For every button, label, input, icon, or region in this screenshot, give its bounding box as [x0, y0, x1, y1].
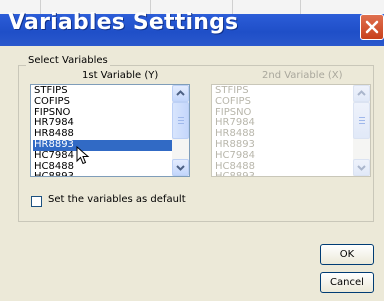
checkbox-label: Set the variables as default — [48, 194, 186, 205]
list-item: HC8893 — [215, 171, 255, 177]
scroll-up-button — [353, 85, 370, 102]
scroll-down-button — [353, 159, 370, 176]
chevron-up-icon — [357, 90, 366, 96]
close-button[interactable] — [360, 14, 384, 40]
chevron-down-icon — [357, 165, 366, 171]
scroll-thumb — [353, 102, 370, 139]
scroll-up-button[interactable] — [172, 85, 189, 102]
first-variable-listbox[interactable]: STFIPS COFIPS FIPSNO HR7984 HR8488 HR8893 HC79… — [30, 84, 190, 177]
mouse-pointer-icon — [76, 146, 90, 165]
first-variable-items: STFIPS COFIPS FIPSNO HR7984 HR8488 HR8893 HC79… — [33, 85, 173, 176]
window-title: Variables Settings — [8, 10, 239, 35]
second-variable-items: STFIPS COFIPS FIPSNO HR7984 HR8488 HR8893 HC79… — [214, 85, 354, 177]
second-variable-label: 2nd Variable (X) — [262, 70, 343, 81]
scroll-down-button[interactable] — [172, 159, 189, 176]
second-variable-listbox: STFIPS COFIPS FIPSNO HR7984 HR8488 HR8893 HC79… — [211, 84, 371, 177]
close-icon — [365, 20, 379, 34]
chevron-up-icon — [176, 90, 185, 96]
second-list-scrollbar — [353, 85, 370, 176]
list-item[interactable]: HC8893 — [33, 172, 173, 176]
first-variable-label: 1st Variable (Y) — [82, 70, 159, 81]
cancel-button[interactable]: Cancel — [320, 272, 374, 293]
list-item[interactable]: COFIPS — [33, 96, 173, 108]
chevron-down-icon — [176, 165, 185, 171]
list-item: HC7984 — [215, 149, 255, 161]
first-list-scrollbar[interactable] — [172, 85, 189, 176]
scroll-thumb[interactable] — [172, 102, 189, 139]
list-item[interactable]: HC7984 — [33, 150, 173, 162]
ok-button[interactable]: OK — [320, 244, 374, 265]
default-variables-checkbox[interactable] — [31, 196, 42, 207]
list-item: COFIPS — [215, 95, 251, 107]
group-label: Select Variables — [26, 55, 110, 66]
strip-divider — [300, 0, 337, 14]
